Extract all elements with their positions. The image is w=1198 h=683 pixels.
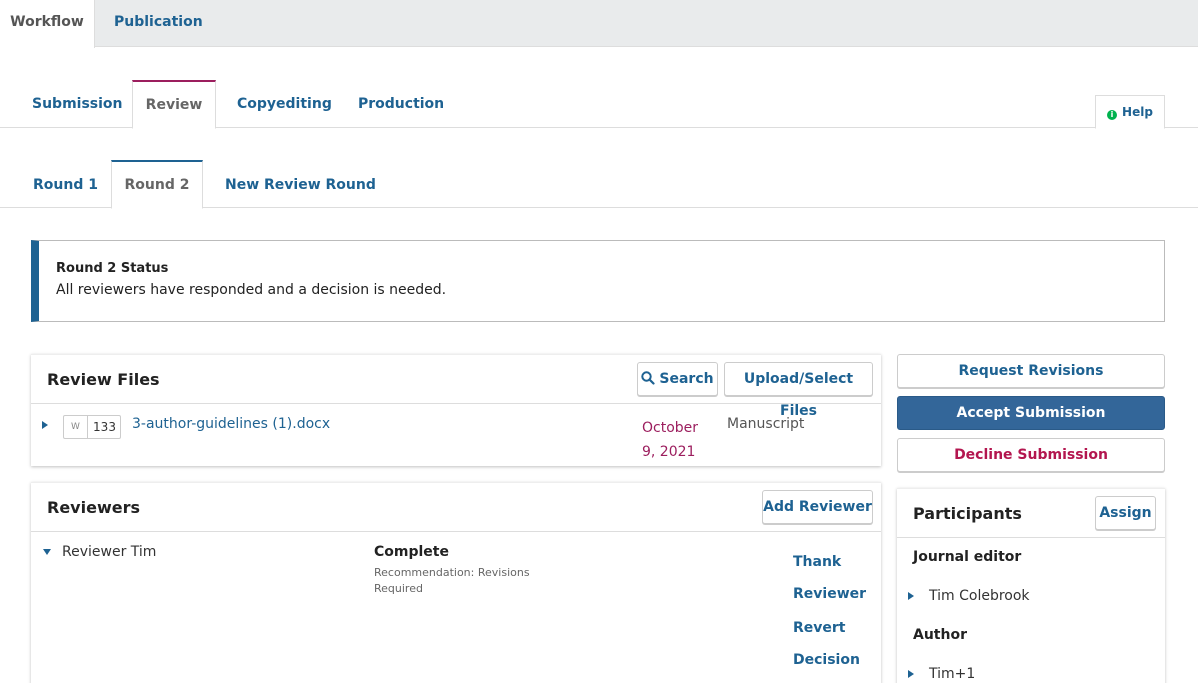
tab-round-1[interactable]: Round 1 xyxy=(33,160,98,208)
revert-decision-line2: Decision xyxy=(793,652,860,668)
round-status-notice: Round 2 Status All reviewers have respon… xyxy=(31,240,1165,322)
reviewer-name: Reviewer Tim xyxy=(62,544,157,560)
revert-decision-link[interactable]: Revert Decision xyxy=(793,612,860,676)
file-date-line1: October xyxy=(642,420,699,436)
help-label: Help xyxy=(1122,105,1153,119)
word-doc-icon: W xyxy=(64,416,88,438)
participant-role: Author xyxy=(913,627,967,643)
add-reviewer-button[interactable]: Add Reviewer xyxy=(762,490,873,524)
expand-row-icon[interactable] xyxy=(42,421,48,429)
decline-submission-button[interactable]: Decline Submission xyxy=(897,438,1165,472)
reviewers-panel: Reviewers Add Reviewer Reviewer Tim Comp… xyxy=(31,482,881,683)
collapse-row-icon[interactable] xyxy=(43,549,51,555)
stage-tabs: Submission Review Copyediting Production xyxy=(0,80,1198,129)
file-id: 133 xyxy=(93,420,116,434)
tab-review[interactable]: Review xyxy=(132,80,216,129)
participants-title: Participants xyxy=(913,504,1022,523)
recommendation-line1: Recommendation: Revisions xyxy=(374,566,530,579)
reviewer-row: Reviewer Tim Complete Recommendation: Re… xyxy=(31,532,881,683)
panel-divider xyxy=(897,537,1165,538)
tab-submission[interactable]: Submission xyxy=(32,80,123,128)
review-recommendation: Recommendation: Revisions Required xyxy=(374,565,530,597)
search-icon xyxy=(641,371,655,385)
thank-reviewer-link[interactable]: Thank Reviewer xyxy=(793,546,866,610)
status-text: All reviewers have responded and a decis… xyxy=(56,282,447,298)
accept-submission-button[interactable]: Accept Submission xyxy=(897,396,1165,430)
thank-reviewer-line2: Reviewer xyxy=(793,586,867,602)
participant-name[interactable]: Tim Colebrook xyxy=(929,588,1030,604)
participant-name[interactable]: Tim+1 xyxy=(929,666,975,682)
review-status: Complete xyxy=(374,544,449,560)
tab-production[interactable]: Production xyxy=(358,80,444,128)
participants-panel: Participants Assign Journal editor Tim C… xyxy=(897,488,1165,683)
review-files-title: Review Files xyxy=(47,370,160,389)
search-label: Search xyxy=(659,371,714,387)
status-title: Round 2 Status xyxy=(56,261,169,276)
assign-participant-button[interactable]: Assign xyxy=(1095,496,1156,530)
file-date: October 9, 2021 xyxy=(642,416,698,464)
info-icon: i xyxy=(1107,110,1118,120)
revert-decision-line1: Revert xyxy=(793,620,846,636)
participant-role: Journal editor xyxy=(913,549,1022,565)
expand-participant-icon[interactable] xyxy=(908,592,914,600)
tab-copyediting[interactable]: Copyediting xyxy=(237,80,332,128)
round-tabs: Round 1 Round 2 New Review Round xyxy=(0,160,1198,209)
tab-round-2[interactable]: Round 2 xyxy=(111,160,203,209)
recommendation-line2: Required xyxy=(374,582,423,595)
file-badge: W 133 xyxy=(63,415,121,439)
file-date-line2: 9, 2021 xyxy=(642,444,696,460)
expand-participant-icon[interactable] xyxy=(908,670,914,678)
upload-select-files-button[interactable]: Upload/Select Files xyxy=(724,362,873,419)
search-files-button[interactable]: Search xyxy=(637,362,718,396)
file-row: W 133 3-author-guidelines (1).docx Octob… xyxy=(31,404,881,466)
thank-reviewer-line1: Thank xyxy=(793,554,842,570)
tab-publication[interactable]: Publication xyxy=(114,0,203,47)
help-button[interactable]: i Help xyxy=(1095,95,1165,129)
tab-new-review-round[interactable]: New Review Round xyxy=(225,160,376,208)
review-files-panel: Review Files Search Upload/Select Files … xyxy=(31,354,881,466)
tab-workflow[interactable]: Workflow xyxy=(0,0,95,48)
file-name-link[interactable]: 3-author-guidelines (1).docx xyxy=(132,416,330,432)
file-type: Manuscript xyxy=(727,416,805,432)
reviewers-title: Reviewers xyxy=(47,498,140,517)
top-tabs: Workflow Publication xyxy=(0,0,1198,48)
request-revisions-button[interactable]: Request Revisions xyxy=(897,354,1165,388)
